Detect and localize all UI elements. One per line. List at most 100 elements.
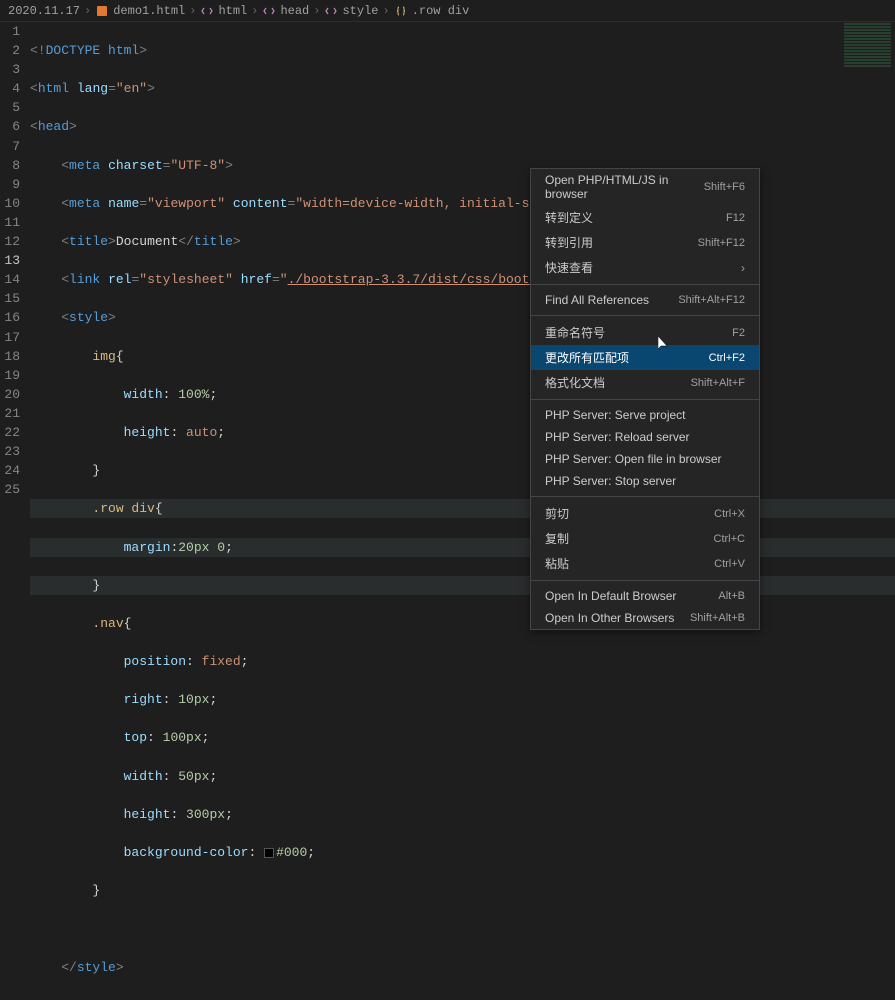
line-number: 15 [0, 289, 20, 308]
menu-shortcut: F12 [726, 212, 745, 224]
line-number: 10 [0, 194, 20, 213]
menu-item-label: 格式化文档 [545, 374, 605, 391]
context-menu-item[interactable]: 重命名符号 F2 [531, 320, 759, 345]
editor[interactable]: 1234567891011121314151617181920212223242… [0, 22, 895, 500]
menu-item-label: Open In Default Browser [545, 589, 676, 603]
code-icon [324, 4, 338, 18]
menu-item-label: Find All References [545, 293, 649, 307]
chevron-right-icon: › [251, 4, 258, 18]
minimap[interactable] [840, 22, 895, 122]
menu-shortcut: Shift+Alt+F12 [678, 294, 745, 306]
menu-item-label: 更改所有匹配项 [545, 349, 629, 366]
menu-shortcut: Alt+B [718, 590, 745, 602]
context-menu-item[interactable]: 剪切 Ctrl+X [531, 501, 759, 526]
breadcrumb-node[interactable]: html [200, 4, 247, 18]
code-area[interactable]: <!DOCTYPE html> <html lang="en"> <head> … [30, 22, 895, 500]
code-icon [262, 4, 276, 18]
line-number: 20 [0, 385, 20, 404]
line-number: 8 [0, 156, 20, 175]
menu-shortcut: Shift+F6 [704, 181, 745, 193]
menu-item-label: 粘贴 [545, 555, 569, 572]
menu-item-label: Open PHP/HTML/JS in browser [545, 173, 704, 201]
menu-shortcut: Ctrl+V [714, 558, 745, 570]
line-number: 21 [0, 404, 20, 423]
menu-shortcut: Shift+Alt+F [691, 377, 745, 389]
context-menu-item[interactable]: PHP Server: Stop server [531, 470, 759, 492]
line-number: 25 [0, 480, 20, 499]
chevron-right-icon: › [84, 4, 91, 18]
line-number: 17 [0, 328, 20, 347]
menu-item-label: PHP Server: Open file in browser [545, 452, 722, 466]
context-menu-item[interactable]: 更改所有匹配项 Ctrl+F2 [531, 345, 759, 370]
line-number: 5 [0, 98, 20, 117]
line-number: 12 [0, 232, 20, 251]
context-menu-item[interactable]: 快速查看 › [531, 255, 759, 280]
menu-item-label: PHP Server: Reload server [545, 430, 690, 444]
menu-separator [531, 315, 759, 316]
menu-separator [531, 284, 759, 285]
line-gutter: 1234567891011121314151617181920212223242… [0, 22, 30, 500]
breadcrumb: 2020.11.17 › demo1.html › html › head › … [0, 0, 895, 22]
color-swatch-icon [264, 848, 274, 858]
context-menu-item[interactable]: PHP Server: Reload server [531, 426, 759, 448]
breadcrumb-node[interactable]: style [324, 4, 378, 18]
menu-shortcut: Shift+Alt+B [690, 612, 745, 624]
context-menu-item[interactable]: 格式化文档 Shift+Alt+F [531, 370, 759, 395]
line-number: 1 [0, 22, 20, 41]
context-menu-item[interactable]: 转到引用 Shift+F12 [531, 230, 759, 255]
braces-icon [394, 4, 408, 18]
context-menu-item[interactable]: 复制 Ctrl+C [531, 526, 759, 551]
line-number: 24 [0, 461, 20, 480]
context-menu: Open PHP/HTML/JS in browserShift+F6 转到定义 F… [530, 168, 760, 630]
breadcrumb-node[interactable]: .row div [394, 4, 470, 18]
code-icon [200, 4, 214, 18]
line-number: 14 [0, 270, 20, 289]
chevron-right-icon: › [313, 4, 320, 18]
menu-shortcut: Ctrl+X [714, 508, 745, 520]
line-number: 2 [0, 41, 20, 60]
menu-separator [531, 580, 759, 581]
line-number: 22 [0, 423, 20, 442]
context-menu-item[interactable]: Open PHP/HTML/JS in browserShift+F6 [531, 169, 759, 205]
context-menu-item[interactable]: 转到定义 F12 [531, 205, 759, 230]
menu-item-label: PHP Server: Serve project [545, 408, 686, 422]
line-number: 11 [0, 213, 20, 232]
line-number: 4 [0, 79, 20, 98]
chevron-right-icon: › [382, 4, 389, 18]
breadcrumb-node[interactable]: head [262, 4, 309, 18]
line-number: 3 [0, 60, 20, 79]
menu-shortcut: Shift+F12 [698, 237, 745, 249]
breadcrumb-file[interactable]: demo1.html [95, 4, 185, 18]
menu-shortcut: F2 [732, 327, 745, 339]
line-number: 9 [0, 175, 20, 194]
menu-item-label: 转到引用 [545, 234, 593, 251]
chevron-right-icon: › [741, 261, 745, 275]
menu-separator [531, 496, 759, 497]
line-number: 6 [0, 117, 20, 136]
menu-shortcut: Ctrl+C [714, 533, 745, 545]
menu-separator [531, 399, 759, 400]
breadcrumb-date[interactable]: 2020.11.17 [8, 4, 80, 18]
line-number: 23 [0, 442, 20, 461]
line-number: 7 [0, 137, 20, 156]
menu-item-label: 转到定义 [545, 209, 593, 226]
html-file-icon [95, 4, 109, 18]
line-number: 19 [0, 366, 20, 385]
menu-item-label: 剪切 [545, 505, 569, 522]
line-number: 13 [0, 251, 20, 270]
context-menu-item[interactable]: PHP Server: Open file in browser [531, 448, 759, 470]
line-number: 18 [0, 347, 20, 366]
menu-item-label: 快速查看 [545, 259, 593, 276]
menu-item-label: PHP Server: Stop server [545, 474, 676, 488]
menu-item-label: 重命名符号 [545, 324, 605, 341]
menu-shortcut: Ctrl+F2 [709, 352, 745, 364]
menu-item-label: Open In Other Browsers [545, 611, 674, 625]
context-menu-item[interactable]: 粘贴 Ctrl+V [531, 551, 759, 576]
context-menu-item[interactable]: Find All References Shift+Alt+F12 [531, 289, 759, 311]
menu-item-label: 复制 [545, 530, 569, 547]
context-menu-item[interactable]: Open In Other Browsers Shift+Alt+B [531, 607, 759, 629]
context-menu-item[interactable]: PHP Server: Serve project [531, 404, 759, 426]
context-menu-item[interactable]: Open In Default Browser Alt+B [531, 585, 759, 607]
line-number: 16 [0, 308, 20, 327]
chevron-right-icon: › [189, 4, 196, 18]
